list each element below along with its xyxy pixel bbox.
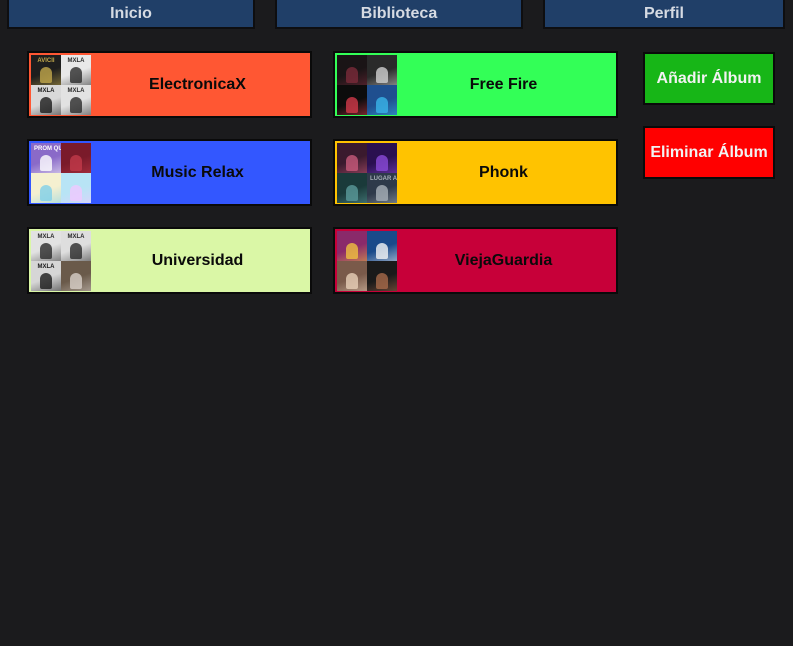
album-cover-mosaic xyxy=(337,230,397,291)
album-cover-art xyxy=(367,260,397,291)
album-cover-art xyxy=(337,142,367,173)
album-card[interactable]: PROM QUEEN Music Relax xyxy=(27,139,312,206)
album-cover-art xyxy=(367,142,397,173)
cover-figure xyxy=(70,184,82,201)
cover-figure xyxy=(376,242,388,259)
cover-figure xyxy=(40,184,52,201)
album-cover-art: AVICII xyxy=(31,54,61,85)
album-cover-art: LUGAR A SOS xyxy=(367,172,397,203)
album-cover-mosaic xyxy=(337,54,397,115)
album-name: Universidad xyxy=(151,251,244,269)
album-name: Free Fire xyxy=(469,75,538,93)
cover-figure xyxy=(376,184,388,201)
album-cover-art: MXLA xyxy=(61,54,91,85)
album-cover-art xyxy=(337,172,367,203)
cover-figure xyxy=(346,154,358,171)
album-card[interactable]: ViejaGuardia xyxy=(333,227,618,294)
cover-title: MXLA xyxy=(37,87,55,94)
album-name: Music Relax xyxy=(151,163,244,181)
cover-figure xyxy=(376,66,388,83)
album-cover-art xyxy=(31,172,61,203)
album-name: ElectronicaX xyxy=(149,75,246,93)
album-cover-art: MXLA xyxy=(31,260,61,291)
album-name: ViejaGuardia xyxy=(454,251,553,269)
cover-figure xyxy=(376,96,388,113)
nav-tab-perfil[interactable]: Perfil xyxy=(543,0,785,29)
cover-figure xyxy=(376,154,388,171)
cover-title: MXLA xyxy=(67,57,85,64)
album-cover-art: MXLA xyxy=(61,84,91,115)
nav-tab-inicio[interactable]: Inicio xyxy=(7,0,255,29)
cover-title: MXLA xyxy=(37,263,55,270)
album-cover-art: PROM QUEEN xyxy=(31,142,61,173)
cover-figure xyxy=(40,66,52,83)
cover-title: MXLA xyxy=(67,87,85,94)
cover-title: LUGAR A SOS xyxy=(370,175,397,182)
cover-figure xyxy=(40,154,52,171)
nav-tab-biblioteca[interactable]: Biblioteca xyxy=(275,0,523,29)
album-cover-art xyxy=(337,260,367,291)
album-card[interactable]: LUGAR A SOS Phonk xyxy=(333,139,618,206)
album-cover-art: MXLA xyxy=(61,230,91,261)
cover-figure xyxy=(346,96,358,113)
album-cover-mosaic: MXLA MXLA MXLA xyxy=(31,230,91,291)
album-cover-art xyxy=(367,84,397,115)
album-cover-art xyxy=(61,260,91,291)
cover-figure xyxy=(70,96,82,113)
cover-figure xyxy=(70,272,82,289)
album-cover-art: MXLA xyxy=(31,84,61,115)
album-cover-art: MXLA xyxy=(31,230,61,261)
cover-figure xyxy=(40,272,52,289)
remove-album-button[interactable]: Eliminar Álbum xyxy=(643,126,775,179)
album-cover-art xyxy=(337,84,367,115)
add-album-button[interactable]: Añadir Álbum xyxy=(643,52,775,105)
album-cover-mosaic: PROM QUEEN xyxy=(31,142,91,203)
album-cover-mosaic: AVICII MXLA MXLA MXLA xyxy=(31,54,91,115)
cover-figure xyxy=(376,272,388,289)
album-cover-mosaic: LUGAR A SOS xyxy=(337,142,397,203)
cover-figure xyxy=(346,272,358,289)
cover-figure xyxy=(40,242,52,259)
album-card[interactable]: Free Fire xyxy=(333,51,618,118)
cover-title: MXLA xyxy=(67,233,85,240)
album-cover-art xyxy=(61,172,91,203)
cover-figure xyxy=(346,66,358,83)
album-cover-art xyxy=(367,54,397,85)
album-cover-art xyxy=(337,230,367,261)
cover-figure xyxy=(70,154,82,171)
cover-title: AVICII xyxy=(37,57,55,64)
album-cover-art xyxy=(337,54,367,85)
cover-figure xyxy=(346,242,358,259)
cover-title: PROM QUEEN xyxy=(34,145,61,152)
album-name: Phonk xyxy=(479,163,528,181)
album-cover-art xyxy=(367,230,397,261)
cover-figure xyxy=(346,184,358,201)
cover-title: MXLA xyxy=(37,233,55,240)
cover-figure xyxy=(40,96,52,113)
album-card[interactable]: MXLA MXLA MXLA Universidad xyxy=(27,227,312,294)
album-card[interactable]: AVICII MXLA MXLA MXLA ElectronicaX xyxy=(27,51,312,118)
cover-figure xyxy=(70,66,82,83)
cover-figure xyxy=(70,242,82,259)
album-cover-art xyxy=(61,142,91,173)
